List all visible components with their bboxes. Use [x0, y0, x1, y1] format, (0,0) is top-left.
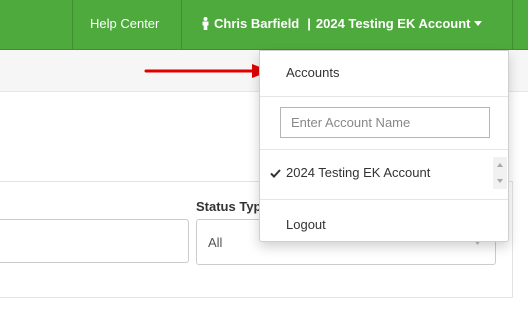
account-list-item[interactable]: 2024 Testing EK Account	[260, 165, 508, 183]
nav-separator: |	[307, 16, 311, 31]
scroll-up-icon[interactable]	[497, 163, 503, 167]
page: Help Center Chris Barfield | 2024 Testing …	[0, 0, 528, 312]
top-navbar: Help Center Chris Barfield | 2024 Testing …	[0, 0, 528, 50]
account-dropdown-menu: Accounts 2024 Testing EK Account Logout	[259, 50, 509, 242]
account-list-scrollbar[interactable]	[493, 157, 507, 189]
account-menu-toggle[interactable]: Chris Barfield | 2024 Testing EK Account	[201, 16, 483, 32]
status-type-label: Status Typ	[196, 199, 262, 214]
status-type-value: All	[208, 235, 223, 250]
user-icon	[202, 17, 209, 30]
nav-divider	[72, 0, 73, 49]
user-name: Chris Barfield	[214, 16, 300, 31]
account-search-input[interactable]	[280, 107, 490, 138]
menu-divider	[260, 149, 508, 150]
help-center-link[interactable]: Help Center	[90, 16, 159, 32]
caret-down-icon	[474, 21, 483, 26]
current-account-name: 2024 Testing EK Account	[315, 16, 471, 31]
nav-divider	[512, 0, 513, 49]
account-list-item-label: 2024 Testing EK Account	[286, 165, 431, 180]
nav-divider	[181, 0, 182, 49]
filter-input[interactable]	[0, 219, 189, 263]
check-icon	[270, 169, 281, 178]
scroll-down-icon[interactable]	[497, 179, 503, 183]
menu-divider	[260, 96, 508, 97]
annotation-arrow	[144, 64, 270, 78]
logout-menu-item[interactable]: Logout	[260, 217, 508, 233]
menu-divider	[260, 199, 508, 200]
accounts-menu-item[interactable]: Accounts	[260, 65, 508, 81]
